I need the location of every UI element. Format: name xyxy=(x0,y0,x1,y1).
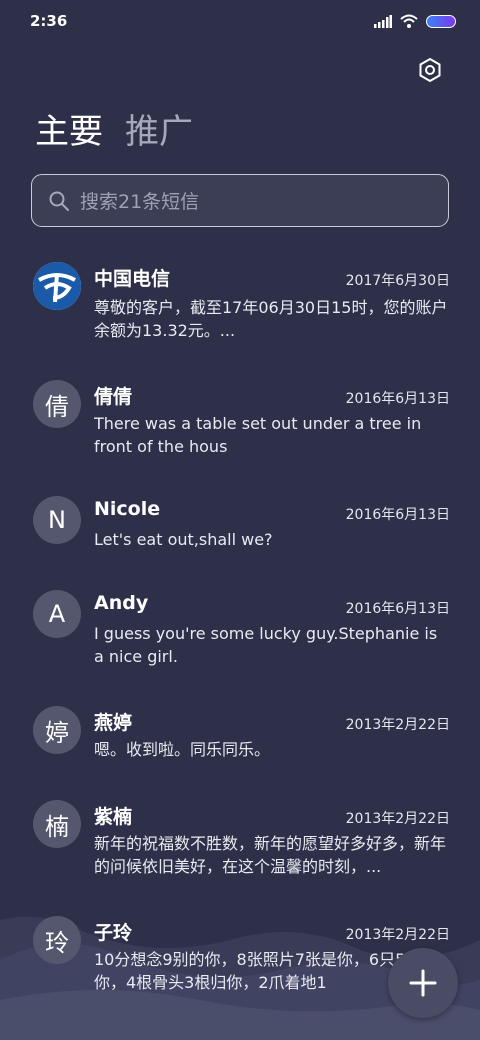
message-date: 2016年6月13日 xyxy=(345,601,450,617)
message-preview: There was a table set out under a tree i… xyxy=(94,414,422,456)
status-bar: 2:36 xyxy=(0,0,480,42)
settings-button[interactable] xyxy=(414,54,446,86)
sender-name: 紫楠 xyxy=(94,806,133,828)
sender-name: Andy xyxy=(94,592,149,614)
message-preview: 嗯。收到啦。同乐同乐。 xyxy=(94,740,271,759)
status-time: 2:36 xyxy=(30,12,68,30)
hexagon-settings-icon xyxy=(419,57,441,83)
message-date: 2013年2月22日 xyxy=(345,927,450,943)
sender-name: Nicole xyxy=(94,498,161,520)
message-preview: I guess you're some lucky guy.Stephanie … xyxy=(94,624,438,666)
tab-bar: 主要 推广 xyxy=(35,108,193,156)
search-input[interactable]: 搜索21条短信 xyxy=(31,174,449,227)
avatar: A xyxy=(33,590,81,638)
plus-icon xyxy=(409,969,437,997)
message-date: 2017年6月30日 xyxy=(345,273,450,289)
wifi-icon xyxy=(400,14,418,28)
status-icons xyxy=(374,14,456,28)
china-telecom-logo-icon xyxy=(33,262,81,310)
tab-primary[interactable]: 主要 xyxy=(35,108,103,156)
avatar: 倩 xyxy=(33,380,81,428)
search-icon xyxy=(49,191,69,211)
moon-icon xyxy=(300,878,316,910)
sender-name: 子玲 xyxy=(94,922,133,944)
message-preview: 新年的祝福数不胜数，新年的愿望好多好多，新年的问候依旧美好，在这个温馨的时刻，.… xyxy=(94,834,447,876)
message-date: 2016年6月13日 xyxy=(345,507,450,523)
battery-icon xyxy=(426,14,456,28)
avatar: N xyxy=(33,496,81,544)
avatar: 玲 xyxy=(33,916,81,964)
search-placeholder: 搜索21条短信 xyxy=(80,191,200,213)
message-preview: 尊敬的客户，截至17年06月30日15时，您的账户余额为13.32元。... xyxy=(94,298,448,340)
avatar xyxy=(33,262,81,310)
sender-name: 中国电信 xyxy=(94,268,171,290)
message-date: 2013年2月22日 xyxy=(345,717,450,733)
sender-name: 倩倩 xyxy=(94,386,133,408)
message-date: 2013年2月22日 xyxy=(345,811,450,827)
avatar: 婷 xyxy=(33,706,81,754)
sender-name: 燕婷 xyxy=(94,712,133,734)
signal-icon xyxy=(374,14,392,28)
message-preview: Let's eat out,shall we? xyxy=(94,530,273,549)
compose-button[interactable] xyxy=(388,948,458,1018)
avatar: 楠 xyxy=(33,800,81,848)
tab-promotions[interactable]: 推广 xyxy=(125,108,193,156)
message-date: 2016年6月13日 xyxy=(345,391,450,407)
